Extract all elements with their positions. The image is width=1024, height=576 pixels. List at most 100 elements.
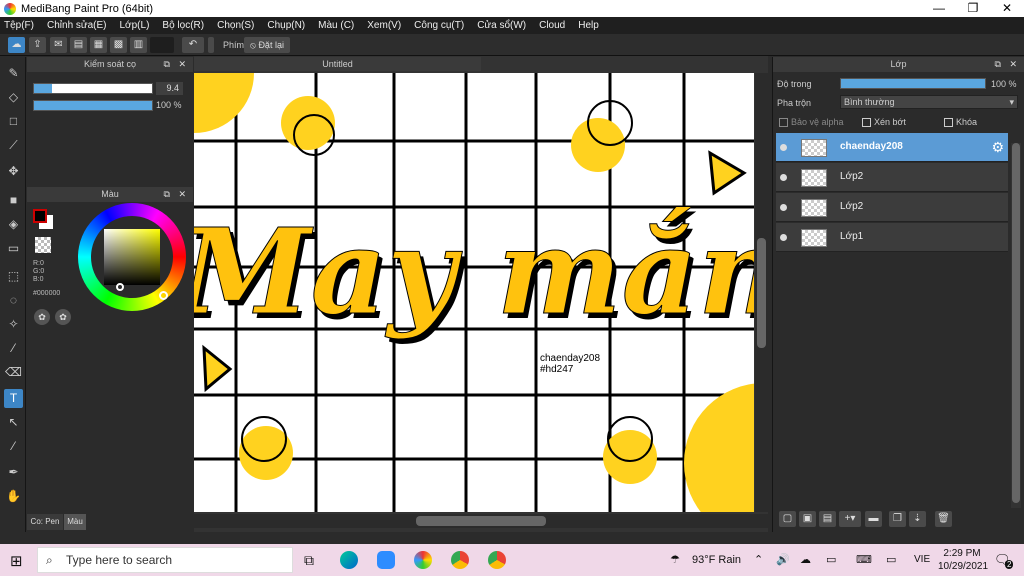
cloud-icon[interactable]: ☁: [8, 37, 25, 53]
redo-icon[interactable]: [208, 37, 214, 53]
volume-icon[interactable]: 🔊: [776, 553, 790, 566]
panel-pin-icon[interactable]: ⧉ ✕: [164, 187, 189, 202]
close-button[interactable]: ✕: [990, 0, 1024, 17]
tab-pen[interactable]: Co: Pen: [27, 514, 63, 530]
hand-tool-icon[interactable]: ✋: [4, 487, 23, 506]
drawing-canvas[interactable]: May mắn May mắn chaenday208 #hd247: [194, 73, 754, 512]
magic-wand-icon[interactable]: ✧: [4, 315, 23, 334]
gradient-tool-icon[interactable]: ▭: [4, 239, 23, 258]
visibility-icon[interactable]: [780, 144, 787, 151]
brush-size-value[interactable]: 9.4: [156, 82, 183, 95]
horizontal-scroll-thumb[interactable]: [416, 516, 546, 526]
share-icon[interactable]: ⇪: [29, 37, 46, 53]
blank-button[interactable]: [150, 37, 174, 53]
input-language[interactable]: VIE: [914, 554, 930, 565]
menu-view[interactable]: Xem(V): [367, 20, 401, 31]
duplicate-layer-icon[interactable]: ❐: [889, 511, 906, 527]
display-icon[interactable]: ▭: [886, 553, 896, 566]
bucket-tool-icon[interactable]: ◈: [4, 215, 23, 234]
color-picker-cursor[interactable]: [116, 283, 124, 291]
merge-layer-icon[interactable]: ⇣: [909, 511, 926, 527]
vertical-scrollbar[interactable]: [755, 73, 768, 512]
panels-icon[interactable]: ▥: [130, 37, 147, 53]
comment-icon[interactable]: ✉: [50, 37, 67, 53]
minimize-button[interactable]: —: [922, 0, 956, 17]
shape-tool-icon[interactable]: □: [4, 112, 23, 131]
visibility-icon[interactable]: [780, 234, 787, 241]
menu-snap[interactable]: Chụp(N): [267, 20, 305, 31]
gear-icon[interactable]: ⚙: [991, 139, 1004, 156]
blend-mode-select[interactable]: Bình thường ▾: [840, 95, 1018, 109]
task-view-icon[interactable]: ⧉: [304, 552, 314, 569]
visibility-icon[interactable]: [780, 204, 787, 211]
layer-row[interactable]: Lớp2: [776, 163, 1008, 192]
document-tab[interactable]: Untitled: [194, 57, 481, 71]
undo-icon[interactable]: ↶: [182, 37, 204, 53]
hue-cursor[interactable]: [159, 291, 168, 300]
layer-row[interactable]: Lớp1: [776, 223, 1008, 252]
menu-file[interactable]: Tệp(F): [4, 20, 34, 31]
line-tool-icon[interactable]: ⟋: [4, 136, 23, 155]
lock-checkbox[interactable]: [944, 118, 953, 127]
document-icon[interactable]: ▦: [90, 37, 107, 53]
menu-color[interactable]: Màu (C): [318, 20, 354, 31]
brush-opacity-slider[interactable]: [33, 100, 153, 111]
trash-icon[interactable]: 🗑: [935, 511, 952, 527]
taskbar-search[interactable]: ⌕ Type here to search: [37, 547, 293, 573]
fill-rect-icon[interactable]: ■: [4, 191, 23, 210]
select-eraser-icon[interactable]: ⌫: [4, 363, 23, 382]
panel-pin-icon[interactable]: ⧉ ✕: [164, 57, 189, 72]
transparent-swatch[interactable]: [35, 237, 51, 253]
new-layer-icon[interactable]: ▢: [779, 511, 796, 527]
add-layer-menu-icon[interactable]: +▾: [839, 511, 861, 527]
chrome-icon[interactable]: [488, 551, 506, 569]
message-icon[interactable]: ▤: [70, 37, 87, 53]
protect-alpha-checkbox[interactable]: [779, 118, 788, 127]
eraser-tool-icon[interactable]: ◇: [4, 88, 23, 107]
vertical-scroll-thumb[interactable]: [757, 238, 766, 348]
select-pen-icon[interactable]: ⁄: [4, 339, 23, 358]
menu-tools[interactable]: Công cụ(T): [414, 20, 464, 31]
weather-text[interactable]: 93°F Rain: [692, 554, 741, 566]
grid-icon[interactable]: ▩: [110, 37, 127, 53]
menu-edit[interactable]: Chỉnh sửa(E): [47, 20, 107, 31]
operation-tool-icon[interactable]: ↖: [4, 413, 23, 432]
new-8bit-layer-icon[interactable]: ▤: [819, 511, 836, 527]
menu-filter[interactable]: Bộ lọc(R): [162, 20, 204, 31]
palette-icon[interactable]: ✿: [34, 309, 50, 325]
edge-icon[interactable]: [340, 551, 358, 569]
chrome-icon[interactable]: [451, 551, 469, 569]
menu-window[interactable]: Cửa sổ(W): [477, 20, 526, 31]
brush-tool-icon[interactable]: ✎: [4, 64, 23, 83]
clock[interactable]: 2:29 PM 10/29/2021: [938, 547, 988, 573]
onedrive-icon[interactable]: ☁: [800, 553, 811, 566]
menu-select[interactable]: Chọn(S): [217, 20, 254, 31]
chevron-up-icon[interactable]: ⌃: [754, 553, 763, 566]
menu-layer[interactable]: Lớp(L): [120, 20, 150, 31]
reset-button[interactable]: ⦸ Đặt lại: [244, 37, 290, 53]
maximize-button[interactable]: ❐: [956, 0, 990, 17]
layer-row[interactable]: chaenday208 ⚙: [776, 133, 1008, 162]
keyboard-icon[interactable]: ⌨: [856, 553, 872, 566]
foreground-color-swatch[interactable]: [33, 209, 47, 223]
lasso-tool-icon[interactable]: ◌: [4, 291, 23, 310]
layers-scrollbar[interactable]: [1011, 143, 1021, 508]
clipping-checkbox[interactable]: [862, 118, 871, 127]
visibility-icon[interactable]: [780, 174, 787, 181]
panel-pin-icon[interactable]: ⧉ ✕: [995, 57, 1020, 72]
medibang-icon[interactable]: [414, 551, 432, 569]
tab-color[interactable]: Màu: [64, 514, 86, 530]
menu-cloud[interactable]: Cloud: [539, 20, 565, 31]
move-tool-icon[interactable]: ✥: [4, 162, 23, 181]
layers-scroll-thumb[interactable]: [1012, 143, 1020, 503]
text-tool-icon[interactable]: T: [4, 389, 23, 408]
brush-size-slider[interactable]: [33, 83, 153, 94]
zoom-icon[interactable]: [377, 551, 395, 569]
horizontal-scrollbar[interactable]: [194, 514, 768, 528]
new-halftone-layer-icon[interactable]: ▣: [799, 511, 816, 527]
menu-help[interactable]: Help: [578, 20, 599, 31]
palette-add-icon[interactable]: ✿: [55, 309, 71, 325]
eyedropper-icon[interactable]: ✒: [4, 463, 23, 482]
layer-row[interactable]: Lớp2: [776, 193, 1008, 222]
saturation-value-square[interactable]: [104, 229, 160, 285]
